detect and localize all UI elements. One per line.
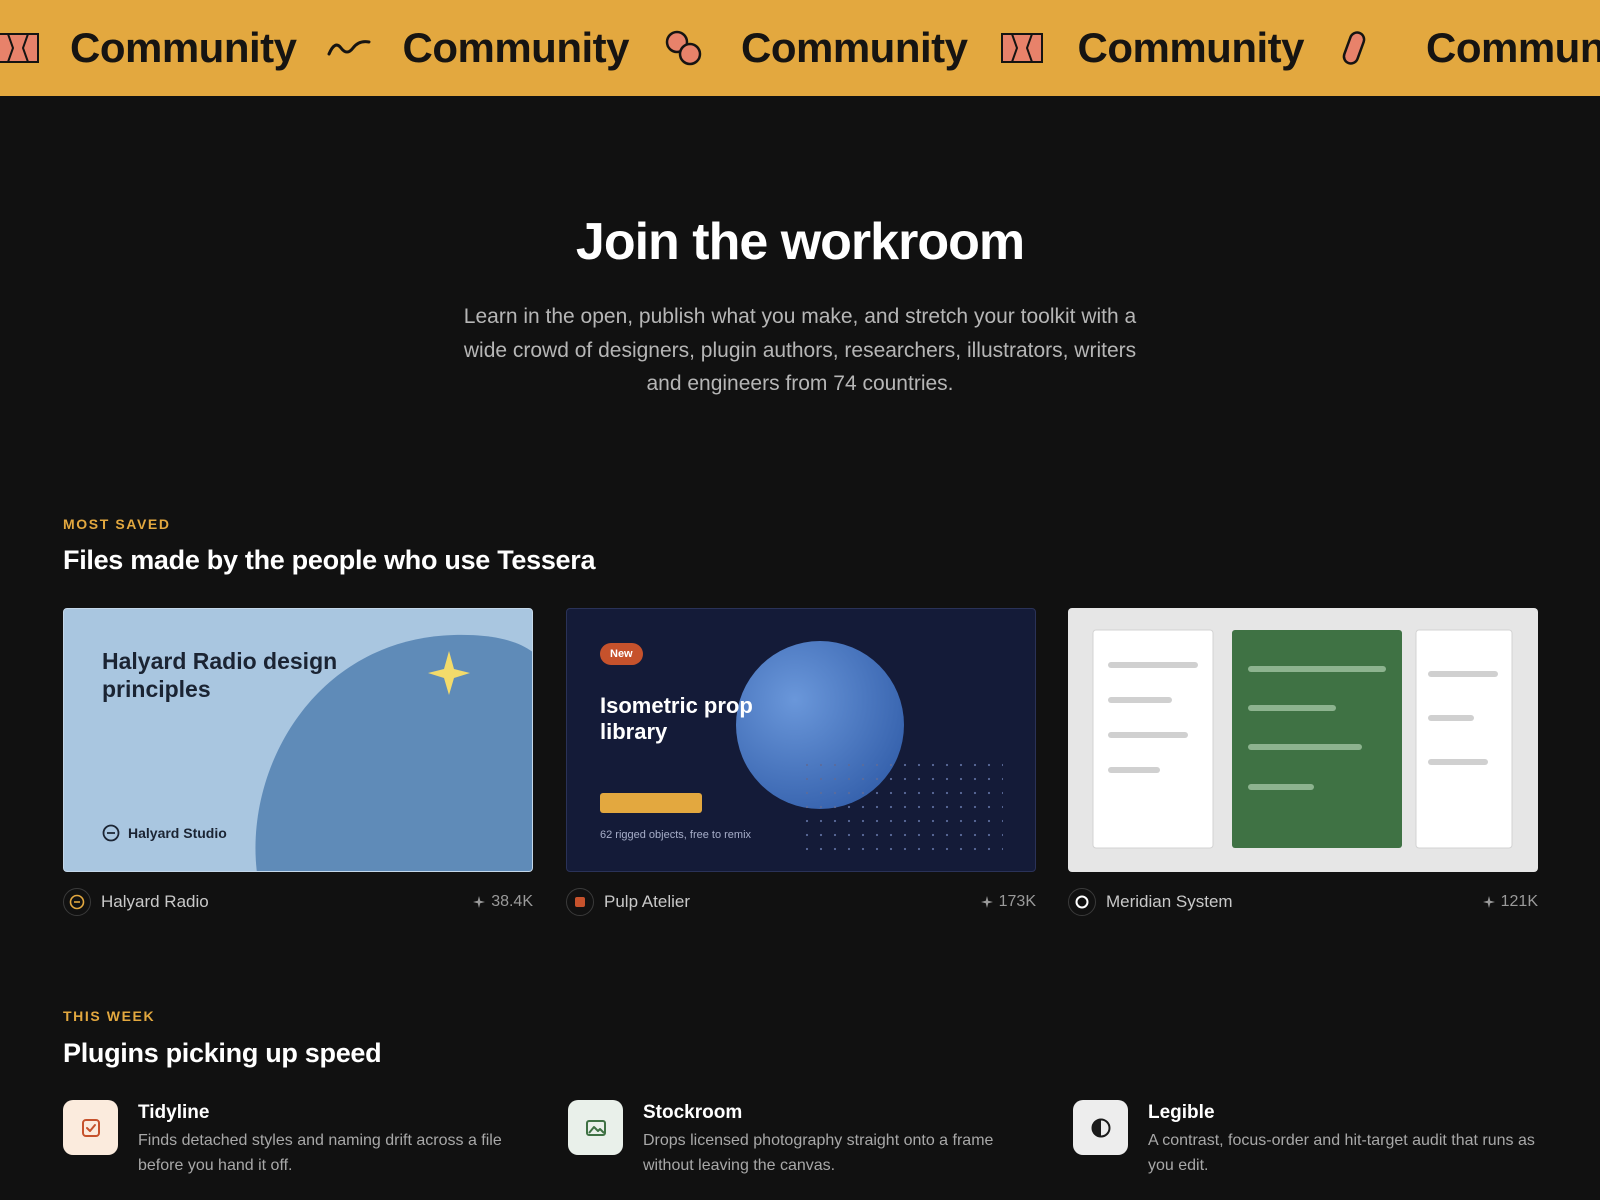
bowtie-icon xyxy=(998,24,1046,72)
author-name[interactable]: Halyard Radio xyxy=(101,892,209,912)
wave-icon xyxy=(325,24,373,72)
plugin-tidyline[interactable]: Tidyline Finds detached styles and namin… xyxy=(63,1100,533,1190)
halyard-logo-icon xyxy=(102,824,120,842)
marquee-word: Community xyxy=(70,24,297,71)
preview-button-shape xyxy=(600,793,702,813)
new-badge: New xyxy=(600,643,643,665)
files-section-title: Files made by the people who use Tessera xyxy=(63,545,596,575)
pill-icon xyxy=(1330,24,1378,72)
files-eyebrow: MOST SAVED xyxy=(63,516,171,532)
marquee-item: Community xyxy=(403,0,630,96)
plugin-description: Drops licensed photography straight onto… xyxy=(643,1132,994,1174)
plugin-name[interactable]: Stockroom xyxy=(643,1102,742,1124)
file-card-pulp-atelier[interactable]: New Isometric prop library 62 rigged obj… xyxy=(566,608,1036,872)
marquee-item: Community xyxy=(1426,0,1600,96)
sparkle-icon xyxy=(1482,896,1495,908)
save-count-value: 121K xyxy=(1500,893,1538,910)
hero-subtitle: Learn in the open, publish what you make… xyxy=(463,305,1137,395)
card-meta: Halyard Radio 38.4K xyxy=(63,888,533,916)
contrast-icon xyxy=(1073,1100,1128,1155)
plugins-section-title: Plugins picking up speed xyxy=(63,1038,382,1068)
marquee-word: Community xyxy=(1426,24,1600,71)
sparkle-icon xyxy=(473,896,486,908)
marquee-word: Community xyxy=(1077,24,1305,71)
save-count-value: 38.4K xyxy=(491,893,533,910)
sparkle-icon xyxy=(980,896,993,908)
card-meta: Pulp Atelier 173K xyxy=(566,888,1036,916)
save-count-value: 173K xyxy=(998,893,1036,910)
save-count: 121K xyxy=(1482,893,1538,911)
marquee-word: Community xyxy=(741,24,968,71)
card-preview-studio: Halyard Studio xyxy=(102,824,227,842)
plugin-legible[interactable]: Legible A contrast, focus-order and hit-… xyxy=(1073,1100,1543,1190)
meridian-preview-art xyxy=(1092,629,1513,849)
plugin-name[interactable]: Tidyline xyxy=(138,1102,209,1124)
plugin-stockroom[interactable]: Stockroom Drops licensed photography str… xyxy=(568,1100,1038,1190)
plugin-name[interactable]: Legible xyxy=(1148,1102,1215,1124)
plugin-description: Finds detached styles and naming drift a… xyxy=(138,1132,502,1174)
card-preview-title: Halyard Radio design principles xyxy=(102,648,338,702)
card-meta: Meridian System 121K xyxy=(1068,888,1538,916)
avatar[interactable] xyxy=(63,888,91,916)
hero-title: Join the workroom xyxy=(575,213,1025,271)
marquee-track: Community Community Community Community … xyxy=(0,0,1600,96)
save-count: 173K xyxy=(980,893,1036,911)
card-preview-title: Isometric prop library xyxy=(600,693,753,744)
plugins-eyebrow: THIS WEEK xyxy=(63,1008,156,1024)
studio-name: Halyard Studio xyxy=(128,825,227,841)
marquee-item: Community xyxy=(741,0,968,96)
double-circle-icon xyxy=(659,24,707,72)
avatar[interactable] xyxy=(1068,888,1096,916)
marquee-word: Community xyxy=(402,24,630,71)
checkbox-icon xyxy=(63,1100,118,1155)
marquee-item: Community xyxy=(1078,0,1305,96)
file-card-meridian-system[interactable] xyxy=(1068,608,1538,872)
author-name[interactable]: Pulp Atelier xyxy=(604,892,690,912)
card-preview-caption: 62 rigged objects, free to remix xyxy=(600,829,752,841)
image-icon xyxy=(568,1100,623,1155)
bowtie-icon xyxy=(0,24,42,72)
author-name[interactable]: Meridian System xyxy=(1106,892,1233,912)
avatar[interactable] xyxy=(566,888,594,916)
plugin-description: A contrast, focus-order and hit-target a… xyxy=(1148,1132,1535,1174)
community-marquee-banner: Community Community Community Community … xyxy=(0,0,1600,96)
marquee-item: Community xyxy=(70,0,297,96)
file-card-halyard-radio[interactable]: Halyard Radio design principles Halyard … xyxy=(63,608,533,872)
save-count: 38.4K xyxy=(473,893,533,911)
